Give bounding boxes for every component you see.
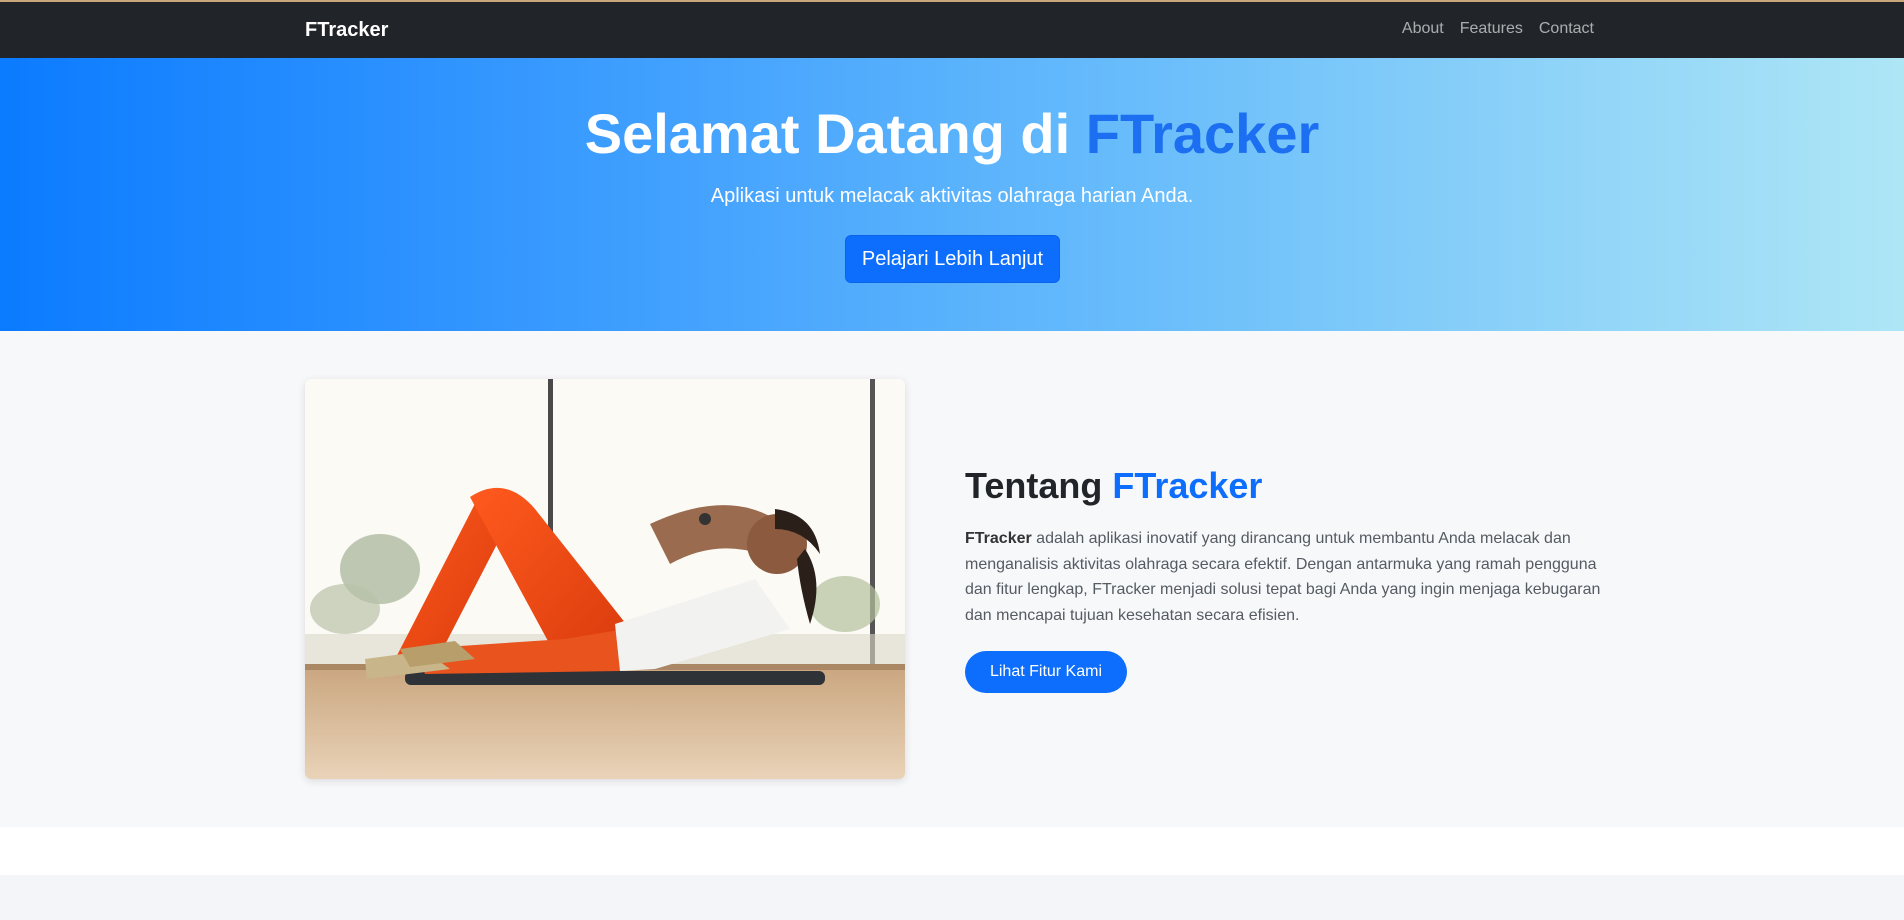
navbar: FTracker About Features Contact (0, 2, 1904, 58)
nav-link-features[interactable]: Features (1460, 20, 1523, 38)
about-title-prefix: Tentang (965, 465, 1113, 506)
hero-title: Selamat Datang di FTracker (0, 100, 1904, 167)
features-section (0, 875, 1904, 920)
learn-more-button[interactable]: Pelajari Lebih Lanjut (845, 235, 1060, 283)
nav-links: About Features Contact (1402, 20, 1594, 38)
about-description-brand: FTracker (965, 530, 1032, 547)
see-features-button[interactable]: Lihat Fitur Kami (965, 651, 1127, 693)
about-title: Tentang FTracker (965, 465, 1262, 507)
navbar-brand[interactable]: FTracker (305, 19, 388, 42)
hero-title-accent: FTracker (1085, 102, 1320, 165)
hero-section: Selamat Datang di FTracker Aplikasi untu… (0, 58, 1904, 331)
nav-link-contact[interactable]: Contact (1539, 20, 1594, 38)
about-description: FTracker adalah aplikasi inovatif yang d… (965, 526, 1605, 628)
nav-link-about[interactable]: About (1402, 20, 1444, 38)
about-section: Tentang FTracker FTracker adalah aplikas… (0, 331, 1904, 827)
section-divider (0, 827, 1904, 875)
hero-title-prefix: Selamat Datang di (584, 102, 1086, 165)
about-description-body: adalah aplikasi inovatif yang dirancang … (965, 530, 1601, 624)
about-title-accent: FTracker (1112, 465, 1263, 506)
hero-subtitle: Aplikasi untuk melacak aktivitas olahrag… (710, 185, 1194, 207)
about-image (305, 379, 905, 779)
